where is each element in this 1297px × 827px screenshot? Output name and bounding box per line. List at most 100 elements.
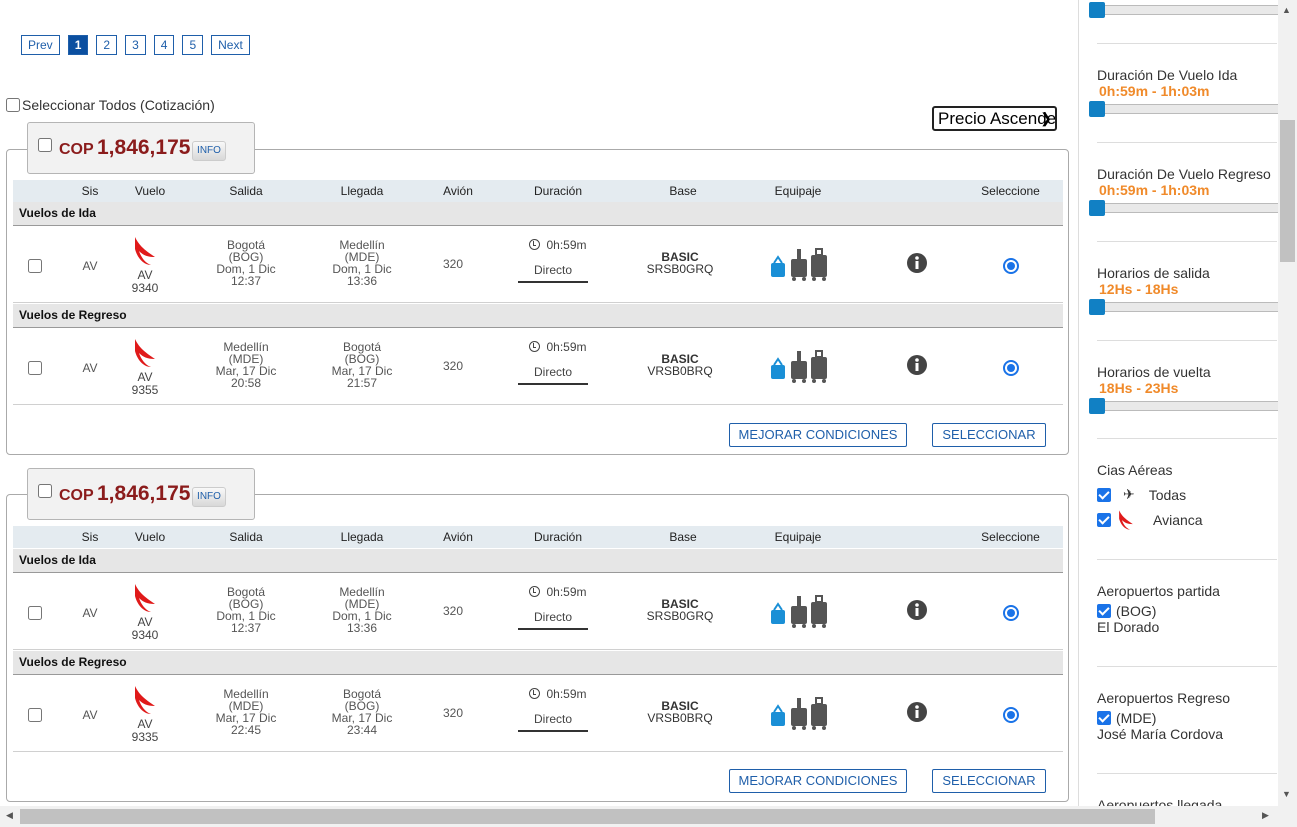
info-icon[interactable] [907, 253, 927, 273]
pager-page-4[interactable]: 4 [153, 35, 175, 55]
duration: 0h:59m [518, 238, 598, 252]
stops[interactable]: Directo [518, 712, 588, 732]
airline-option-todas[interactable]: ✈ Todas [1097, 486, 1277, 503]
pager-page-3[interactable]: 3 [125, 35, 146, 55]
filter-title: Horarios de salida [1097, 265, 1210, 281]
select-radio[interactable] [1003, 360, 1019, 376]
info-button[interactable]: INFO [192, 141, 226, 161]
luggage-icon [771, 697, 827, 730]
seleccionar-button[interactable]: SELECCIONAR [932, 423, 1046, 447]
airport-option-bog[interactable]: (BOG) [1097, 603, 1277, 619]
pager-next[interactable]: Next [211, 35, 250, 55]
filter-aeropuertos-llegada: Aeropuertos llegada [1097, 773, 1277, 806]
scroll-left-icon[interactable]: ◀ [6, 810, 13, 821]
select-radio[interactable] [1003, 258, 1019, 274]
flight-checkbox[interactable] [28, 361, 42, 375]
col-base: Base [669, 530, 697, 544]
table-header: Sis Vuelo Salida Llegada Avión Duración … [13, 180, 1063, 202]
avianca-logo-icon [135, 339, 155, 367]
slider-thumb[interactable] [1089, 2, 1105, 18]
flight-checkbox[interactable] [28, 259, 42, 273]
filter-title: Duración De Vuelo Ida [1097, 67, 1238, 83]
stops[interactable]: Directo [518, 365, 588, 385]
duration: 0h:59m [518, 687, 598, 701]
info-icon[interactable] [907, 355, 927, 375]
duracion-regreso-slider[interactable] [1089, 200, 1278, 216]
col-duracion: Duración [533, 184, 583, 198]
info-icon[interactable] [907, 600, 927, 620]
arrival: Bogotá (BOG) Mar, 17 Dic 21:57 [331, 340, 393, 390]
horizontal-scrollbar[interactable]: ◀ ▶ [0, 806, 1297, 827]
pager-prev[interactable]: Prev [21, 35, 60, 55]
col-salida: Salida [229, 184, 263, 198]
filter-aeropuertos-regreso: Aeropuertos Regreso (MDE) José María Cor… [1097, 666, 1277, 773]
pager-page-5[interactable]: 5 [182, 35, 204, 55]
departure: Bogotá (BOG) Dom, 1 Dic 12:37 [216, 238, 276, 288]
arrival: Medellín (MDE) Dom, 1 Dic 13:36 [332, 238, 392, 288]
flight-checkbox[interactable] [28, 606, 42, 620]
stops[interactable]: Directo [518, 610, 588, 630]
fare-base: BASIC VRSB0BRQ [647, 699, 713, 725]
clock-icon [529, 688, 541, 699]
result-card: Sis Vuelo Salida Llegada Avión Duración … [6, 494, 1069, 802]
quote-checkbox[interactable] [38, 138, 52, 152]
col-salida: Salida [229, 530, 263, 544]
flight-checkbox[interactable] [28, 708, 42, 722]
slider-thumb[interactable] [1089, 200, 1105, 216]
sort-select[interactable]: Precio Ascendente ❯ [932, 106, 1057, 131]
checkbox-checked[interactable] [1097, 604, 1111, 618]
checkbox-checked[interactable] [1097, 487, 1111, 502]
section-regreso: Vuelos de Regreso [13, 651, 1063, 675]
mejorar-condiciones-button[interactable]: MEJORAR CONDICIONES [729, 423, 907, 447]
col-duracion: Duración [533, 530, 583, 544]
slider-thumb[interactable] [1089, 299, 1105, 315]
scrollbar-thumb[interactable] [1280, 120, 1295, 262]
duracion-ida-slider[interactable] [1089, 101, 1278, 117]
select-radio[interactable] [1003, 605, 1019, 621]
checkbox-checked[interactable] [1097, 513, 1111, 527]
select-all-checkbox[interactable] [6, 98, 20, 112]
section-ida: Vuelos de Ida [13, 202, 1063, 226]
col-sis: Sis [81, 184, 99, 198]
clock-icon [529, 341, 541, 352]
pager-page-2[interactable]: 2 [96, 35, 118, 55]
scroll-down-icon[interactable]: ▼ [1282, 789, 1291, 799]
departure: Medellín (MDE) Mar, 17 Dic 20:58 [215, 340, 277, 390]
plane: 320 [442, 706, 464, 720]
checkbox-checked[interactable] [1097, 711, 1111, 725]
pager-page-1[interactable]: 1 [67, 35, 89, 55]
price-slider[interactable] [1089, 2, 1278, 18]
departure: Medellín (MDE) Mar, 17 Dic 22:45 [215, 687, 277, 737]
filter-title: Duración De Vuelo Regreso [1097, 166, 1271, 182]
scroll-up-icon[interactable]: ▲ [1282, 5, 1291, 15]
info-icon[interactable] [907, 702, 927, 722]
select-radio[interactable] [1003, 707, 1019, 723]
airline-option-avianca[interactable]: Avianca [1097, 509, 1277, 531]
clock-icon [529, 586, 541, 597]
airport-option-mde[interactable]: (MDE) [1097, 710, 1277, 726]
stops[interactable]: Directo [518, 263, 588, 283]
filter-aeropuertos-partida: Aeropuertos partida (BOG) El Dorado [1097, 559, 1277, 666]
plane-icon: ✈ [1123, 486, 1135, 502]
scroll-right-icon[interactable]: ▶ [1262, 810, 1269, 821]
slider-thumb[interactable] [1089, 398, 1105, 414]
slider-thumb[interactable] [1089, 101, 1105, 117]
departure: Bogotá (BOG) Dom, 1 Dic 12:37 [216, 585, 276, 635]
info-button[interactable]: INFO [192, 487, 226, 507]
scrollbar-thumb[interactable] [20, 809, 1155, 824]
filter-title: Horarios de vuelta [1097, 364, 1211, 380]
flight-number: AV 9340 [131, 268, 159, 295]
seleccionar-button[interactable]: SELECCIONAR [932, 769, 1046, 793]
quote-checkbox[interactable] [38, 484, 52, 498]
col-llegada: Llegada [340, 530, 384, 544]
select-all[interactable]: Seleccionar Todos (Cotización) [6, 97, 215, 113]
vertical-scrollbar[interactable]: ▲ ▼ [1278, 0, 1297, 806]
filter-horarios-salida: Horarios de salida 12Hs - 18Hs [1097, 241, 1277, 340]
horarios-vuelta-slider[interactable] [1089, 398, 1278, 414]
mejorar-condiciones-button[interactable]: MEJORAR CONDICIONES [729, 769, 907, 793]
col-avion: Avión [443, 184, 473, 198]
sis: AV [82, 708, 98, 722]
avianca-logo-icon [135, 686, 155, 714]
horarios-salida-slider[interactable] [1089, 299, 1278, 315]
chevron-down-icon: ❯ [1040, 110, 1052, 126]
